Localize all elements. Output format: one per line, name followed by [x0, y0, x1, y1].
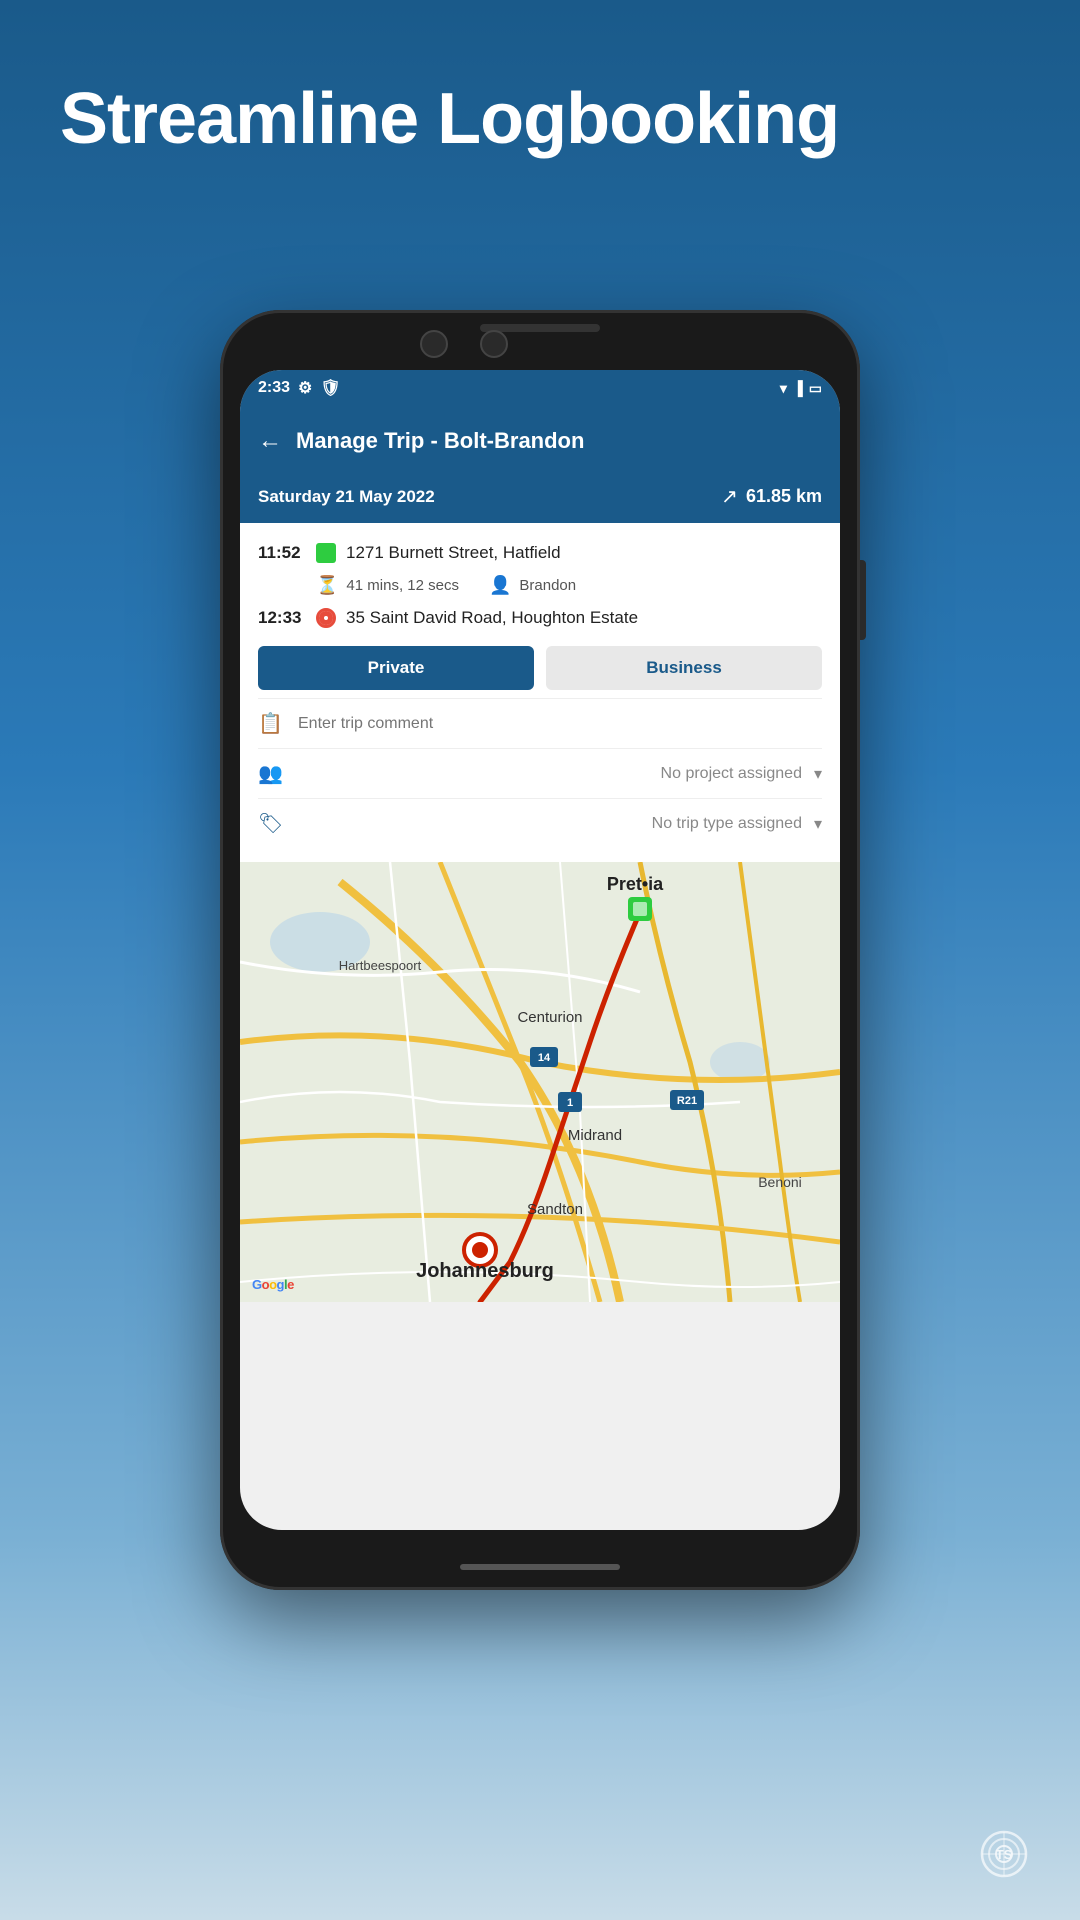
project-icon: 👥: [258, 761, 286, 786]
svg-text:Pret•ia: Pret•ia: [607, 874, 664, 894]
phone-screen: 2:33 ⚙ 🛡 ▾ ▐ ▭ ← Manage Trip - Bolt-Bran…: [240, 370, 840, 1530]
wifi-icon: ▾: [780, 380, 787, 397]
svg-text:R21: R21: [677, 1095, 697, 1107]
comment-field-row: 📋: [258, 698, 822, 748]
trip-date: Saturday 21 May 2022: [258, 487, 435, 507]
trip-type-dropdown-row[interactable]: 🏷 No trip type assigned ▾: [258, 798, 822, 848]
date-bar: Saturday 21 May 2022 ↗ 61.85 km: [240, 476, 840, 523]
end-trip-row: 12:33 35 Saint David Road, Houghton Esta…: [258, 602, 822, 634]
side-button: [860, 560, 866, 640]
camera-right-icon: [480, 330, 508, 358]
status-bar: 2:33 ⚙ 🛡 ▾ ▐ ▭: [240, 370, 840, 406]
comment-input[interactable]: [298, 715, 822, 733]
end-time: 12:33: [258, 608, 306, 628]
private-button[interactable]: Private: [258, 646, 534, 690]
comment-icon: 📋: [258, 711, 286, 736]
trip-content: 11:52 1271 Burnett Street, Hatfield ⏳ 41…: [240, 523, 840, 862]
shield-icon: 🛡: [320, 378, 340, 398]
trend-icon: ↗: [721, 484, 738, 509]
ts-branding: TS: [978, 1828, 1030, 1880]
app-header: ← Manage Trip - Bolt-Brandon: [240, 406, 840, 476]
svg-text:Midrand: Midrand: [568, 1127, 622, 1144]
back-button[interactable]: ←: [258, 427, 282, 455]
project-chevron-icon: ▾: [814, 764, 822, 784]
status-time: 2:33: [258, 379, 290, 397]
settings-icon: ⚙: [298, 378, 312, 398]
signal-icon: ▐: [793, 380, 803, 396]
trip-type-icon: 🏷: [258, 811, 286, 836]
driver-name: Brandon: [519, 577, 576, 594]
ts-logo-icon: TS: [978, 1828, 1030, 1880]
svg-text:Centurion: Centurion: [517, 1009, 582, 1026]
camera-left-icon: [420, 330, 448, 358]
driver-icon: 👤: [489, 575, 511, 596]
trip-type-chevron-icon: ▾: [814, 814, 822, 834]
header-title: Manage Trip - Bolt-Brandon: [296, 428, 584, 454]
phone-device: 2:33 ⚙ 🛡 ▾ ▐ ▭ ← Manage Trip - Bolt-Bran…: [220, 310, 860, 1590]
svg-text:Benoni: Benoni: [758, 1174, 802, 1190]
trip-duration: 41 mins, 12 secs: [346, 577, 459, 594]
phone-home-bar[interactable]: [460, 1564, 620, 1570]
project-label: No project assigned: [298, 765, 802, 783]
google-logo: Google: [252, 1277, 294, 1292]
trip-meta-row: ⏳ 41 mins, 12 secs 👤 Brandon: [258, 569, 822, 602]
trip-type-label: No trip type assigned: [298, 815, 802, 833]
battery-icon: ▭: [809, 380, 822, 397]
trip-distance: 61.85 km: [746, 486, 822, 507]
start-time: 11:52: [258, 543, 306, 563]
map-view: 14 1 R21 Pret•ia Hartbeespoort Centurion…: [240, 862, 840, 1302]
project-dropdown-row[interactable]: 👥 No project assigned ▾: [258, 748, 822, 798]
svg-text:Hartbeespoort: Hartbeespoort: [339, 958, 422, 973]
trip-type-toggle: Private Business: [258, 634, 822, 698]
svg-text:14: 14: [538, 1052, 551, 1064]
duration-icon: ⏳: [316, 575, 338, 596]
svg-text:Sandton: Sandton: [527, 1201, 583, 1218]
svg-text:Johannesburg: Johannesburg: [416, 1260, 554, 1282]
start-trip-row: 11:52 1271 Burnett Street, Hatfield: [258, 537, 822, 569]
svg-text:TS: TS: [996, 1847, 1013, 1862]
end-address: 35 Saint David Road, Houghton Estate: [346, 608, 638, 628]
headline: Streamline Logbooking: [60, 80, 1020, 159]
svg-text:1: 1: [567, 1097, 573, 1109]
start-address: 1271 Burnett Street, Hatfield: [346, 543, 561, 563]
end-location-dot: [316, 608, 336, 628]
business-button[interactable]: Business: [546, 646, 822, 690]
start-location-dot: [316, 543, 336, 563]
